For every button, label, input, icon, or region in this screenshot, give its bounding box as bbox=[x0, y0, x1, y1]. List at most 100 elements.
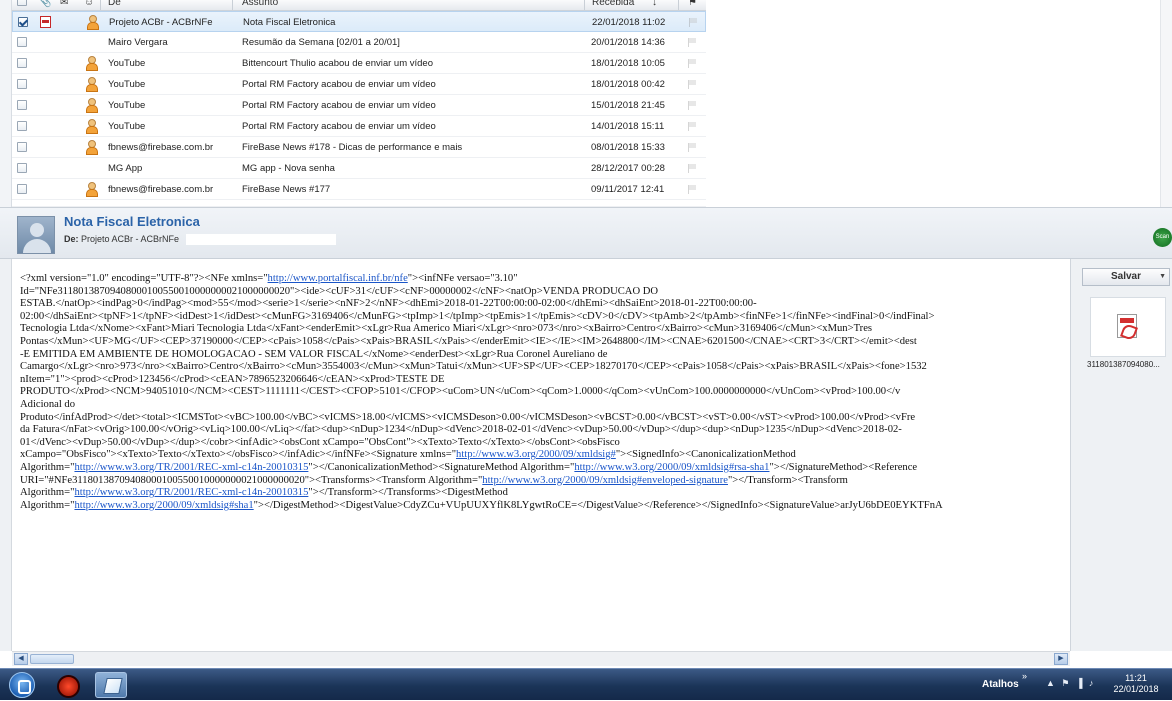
xml-link[interactable]: http://www.w3.org/2000/09/xmldsig#rsa-sh… bbox=[574, 462, 769, 473]
xml-line: da Fatura</nFat><vOrig>100.00</vOrig><vL… bbox=[20, 424, 1065, 437]
table-row[interactable]: YouTube Bittencourt Thulio acabou de envi… bbox=[12, 53, 706, 74]
toolbar-expand-icon[interactable]: » bbox=[1022, 671, 1027, 681]
contact-person-icon bbox=[86, 182, 98, 197]
row-checkbox[interactable] bbox=[17, 37, 27, 47]
row-checkbox[interactable] bbox=[17, 58, 27, 68]
attachments-pane: Salvar ▼ 311801387094080... bbox=[1070, 259, 1172, 651]
list-left-gutter bbox=[0, 0, 12, 207]
flag-icon[interactable] bbox=[688, 80, 697, 89]
row-subject: Portal RM Factory acabou de enviar um ví… bbox=[242, 121, 436, 132]
table-row[interactable]: fbnews@firebase.com.br FireBase News #177… bbox=[12, 179, 706, 200]
flag-column-icon[interactable]: ⚑ bbox=[688, 0, 697, 8]
scan-button[interactable]: Scan bbox=[1153, 228, 1172, 247]
xml-text: Produto</infAdProd></det><total><ICMSTot… bbox=[20, 411, 916, 423]
row-subject: FireBase News #177 bbox=[242, 184, 331, 195]
sender-avatar bbox=[17, 216, 55, 254]
xml-text: xCampo="ObsFisco"><xTexto>Texto</xTexto>… bbox=[20, 449, 457, 461]
list-vertical-scrollbar[interactable] bbox=[1160, 0, 1172, 207]
tray-icons[interactable]: ▲ ⚑ ▐ ♪ bbox=[1046, 678, 1095, 689]
contact-column-icon[interactable]: ☺ bbox=[84, 0, 94, 8]
save-attachment-button[interactable]: Salvar ▼ bbox=[1082, 268, 1170, 286]
column-header-recebida[interactable]: Recebida bbox=[592, 0, 634, 8]
row-from: YouTube bbox=[108, 79, 146, 90]
table-row[interactable]: fbnews@firebase.com.br FireBase News #178… bbox=[12, 137, 706, 158]
xml-link[interactable]: http://www.w3.org/2000/09/xmldsig# bbox=[456, 449, 616, 460]
xml-text: Algorithm=" bbox=[20, 461, 75, 473]
taskbar-app-red-icon[interactable] bbox=[51, 672, 83, 698]
attachment-column-icon[interactable]: 📎 bbox=[39, 0, 51, 8]
horizontal-scrollbar[interactable]: ◀ ▶ bbox=[12, 651, 1070, 666]
flag-icon[interactable] bbox=[688, 38, 697, 47]
pdf-attachment-icon bbox=[40, 16, 51, 28]
xml-link[interactable]: http://www.w3.org/TR/2001/REC-xml-c14n-2… bbox=[74, 462, 308, 473]
scroll-thumb[interactable] bbox=[30, 654, 74, 664]
taskbar-app-mail-icon[interactable] bbox=[95, 672, 127, 698]
table-row[interactable]: Projeto ACBr - ACBrNFe Nota Fiscal Eletro… bbox=[12, 11, 706, 32]
xml-text: "></CanonicalizationMethod><SignatureMet… bbox=[308, 461, 575, 473]
table-row-partial[interactable] bbox=[12, 200, 706, 207]
xml-line: Adicional do bbox=[20, 399, 1065, 412]
attachment-tile[interactable] bbox=[1090, 297, 1166, 357]
xml-line: Algorithm="http://www.w3.org/TR/2001/REC… bbox=[20, 487, 1065, 500]
read-status-column-icon[interactable]: ✉ bbox=[60, 0, 68, 8]
save-button-label: Salvar bbox=[1110, 271, 1142, 282]
row-from: YouTube bbox=[108, 121, 146, 132]
flag-icon[interactable] bbox=[688, 122, 697, 131]
row-from: fbnews@firebase.com.br bbox=[108, 142, 214, 153]
contact-person-icon bbox=[87, 15, 99, 30]
column-header-de[interactable]: De bbox=[108, 0, 121, 8]
shortcuts-toolbar-label[interactable]: Atalhos bbox=[982, 679, 1019, 690]
table-row[interactable]: Mairo Vergara Resumão da Semana [02/01 a … bbox=[12, 32, 706, 53]
select-all-checkbox[interactable] bbox=[17, 0, 27, 6]
row-checkbox[interactable] bbox=[17, 184, 27, 194]
xml-text: ESTAB.</natOp><indPag>0</indPag><mod>55<… bbox=[20, 298, 757, 310]
xml-text: PRODUTO</xProd><NCM>94051010</NCM><CEST>… bbox=[20, 386, 901, 398]
xml-text: nItem="1"><prod><cProd>123456</cProd><cE… bbox=[20, 373, 445, 385]
sort-descending-icon[interactable]: ↓ bbox=[652, 0, 657, 8]
row-checkbox[interactable] bbox=[18, 17, 28, 27]
table-row[interactable]: YouTube Portal RM Factory acabou de envia… bbox=[12, 95, 706, 116]
row-date: 08/01/2018 15:33 bbox=[591, 142, 665, 153]
row-subject: Portal RM Factory acabou de enviar um ví… bbox=[242, 100, 436, 111]
row-checkbox[interactable] bbox=[17, 79, 27, 89]
from-value[interactable]: Projeto ACBr - ACBrNFe bbox=[81, 234, 179, 244]
row-date: 14/01/2018 15:11 bbox=[591, 121, 665, 132]
xml-line: Algorithm="http://www.w3.org/2000/09/xml… bbox=[20, 500, 1065, 513]
xml-text: "></DigestMethod><DigestValue>CdyZCu+VUp… bbox=[253, 499, 943, 511]
row-date: 15/01/2018 21:45 bbox=[591, 100, 665, 111]
scroll-left-icon[interactable]: ◀ bbox=[14, 653, 28, 665]
table-row[interactable]: YouTube Portal RM Factory acabou de envia… bbox=[12, 116, 706, 137]
redacted-address bbox=[186, 234, 336, 245]
table-row[interactable]: YouTube Portal RM Factory acabou de envia… bbox=[12, 74, 706, 95]
xml-link[interactable]: http://www.w3.org/TR/2001/REC-xml-c14n-2… bbox=[74, 487, 308, 498]
flag-icon[interactable] bbox=[688, 59, 697, 68]
flag-icon[interactable] bbox=[688, 164, 697, 173]
clock[interactable]: 11:21 22/01/2018 bbox=[1108, 673, 1164, 695]
xml-line: nItem="1"><prod><cProd>123456</cProd><cE… bbox=[20, 374, 1065, 387]
chevron-down-icon[interactable]: ▼ bbox=[1159, 269, 1166, 285]
xml-text: "></Transform><Transform bbox=[727, 474, 848, 486]
row-checkbox[interactable] bbox=[17, 142, 27, 152]
xml-link[interactable]: http://www.w3.org/2000/09/xmldsig#envelo… bbox=[482, 475, 728, 486]
message-body: <?xml version="1.0" encoding="UTF-8"?><N… bbox=[12, 259, 1070, 651]
row-checkbox[interactable] bbox=[17, 121, 27, 131]
flag-icon[interactable] bbox=[688, 185, 697, 194]
row-subject: FireBase News #178 - Dicas de performanc… bbox=[242, 142, 463, 153]
table-row[interactable]: MG App MG app - Nova senha 28/12/2017 00:2… bbox=[12, 158, 706, 179]
scroll-right-icon[interactable]: ▶ bbox=[1054, 653, 1068, 665]
xml-line: Produto</infAdProd></det><total><ICMSTot… bbox=[20, 412, 1065, 425]
row-checkbox[interactable] bbox=[17, 100, 27, 110]
flag-icon[interactable] bbox=[688, 143, 697, 152]
xml-link[interactable]: http://www.portalfiscal.inf.br/nfe bbox=[268, 273, 408, 284]
flag-icon[interactable] bbox=[689, 18, 698, 27]
flag-icon[interactable] bbox=[688, 101, 697, 110]
contact-person-icon bbox=[86, 119, 98, 134]
column-header-assunto[interactable]: Assunto bbox=[242, 0, 278, 8]
reading-pane-header: Nota Fiscal Eletronica De: Projeto ACBr … bbox=[0, 207, 1172, 259]
attachment-file-name[interactable]: 311801387094080... bbox=[1087, 360, 1171, 369]
start-button-icon[interactable] bbox=[9, 672, 35, 698]
xml-link[interactable]: http://www.w3.org/2000/09/xmldsig#sha1 bbox=[74, 500, 253, 511]
row-subject: Bittencourt Thulio acabou de enviar um v… bbox=[242, 58, 433, 69]
xml-line: <?xml version="1.0" encoding="UTF-8"?><N… bbox=[20, 273, 1065, 286]
row-checkbox[interactable] bbox=[17, 163, 27, 173]
